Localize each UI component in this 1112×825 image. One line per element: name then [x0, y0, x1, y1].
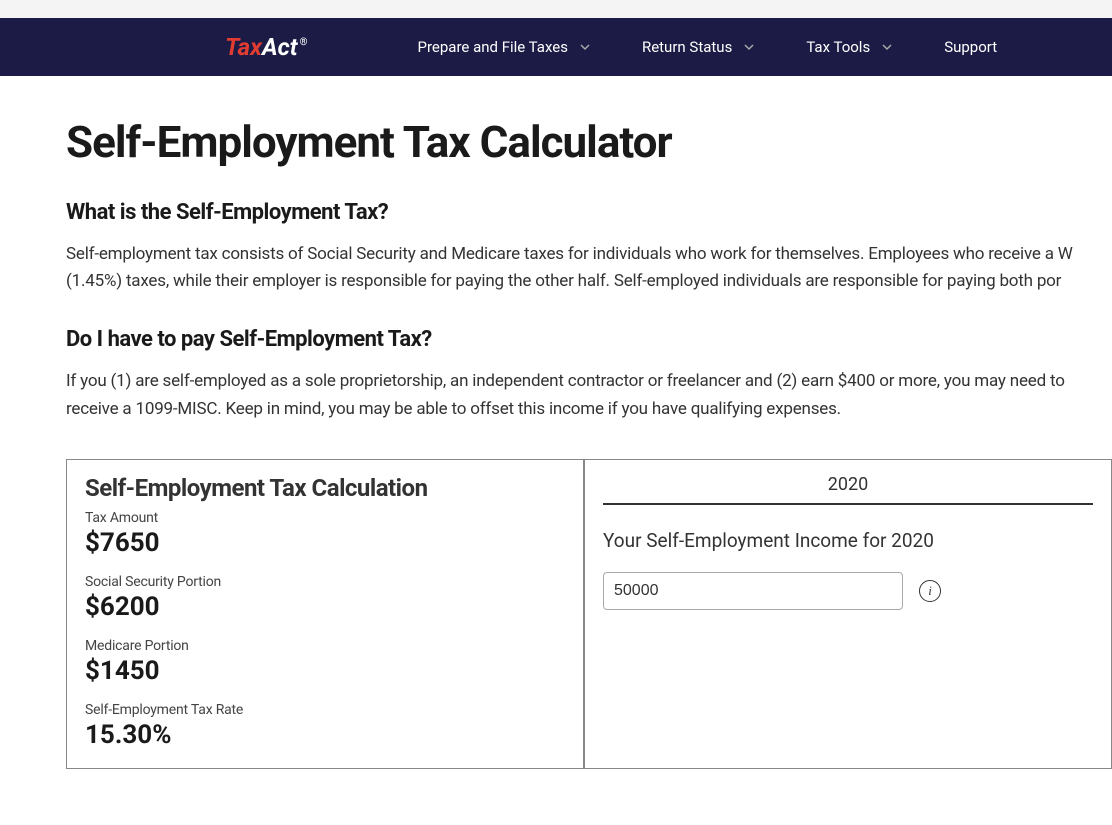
page-title: Self-Employment Tax Calculator — [66, 116, 1112, 168]
income-input[interactable] — [603, 572, 903, 610]
nav-tax-tools[interactable]: Tax Tools — [806, 38, 892, 56]
nav-label: Tax Tools — [806, 38, 870, 56]
section-heading-do-i-pay: Do I have to pay Self-Employment Tax? — [66, 327, 1112, 352]
tax-amount-label: Tax Amount — [85, 510, 565, 526]
social-security-label: Social Security Portion — [85, 574, 565, 590]
nav-items: Prepare and File Taxes Return Status Tax… — [418, 38, 998, 56]
nav-prepare-file[interactable]: Prepare and File Taxes — [418, 38, 590, 56]
calculator-container: Self-Employment Tax Calculation Tax Amou… — [66, 459, 1112, 769]
nav-label: Return Status — [642, 38, 732, 56]
income-input-row: i — [603, 572, 1093, 610]
calculator-title: Self-Employment Tax Calculation — [85, 474, 565, 502]
nav-label: Support — [944, 38, 997, 56]
top-bar — [0, 0, 1112, 18]
rate-label: Self-Employment Tax Rate — [85, 702, 565, 718]
social-security-value: $6200 — [85, 592, 565, 622]
nav-label: Prepare and File Taxes — [418, 38, 568, 56]
chevron-down-icon — [882, 42, 892, 52]
year-tab-2020[interactable]: 2020 — [828, 474, 868, 495]
medicare-label: Medicare Portion — [85, 638, 565, 654]
chevron-down-icon — [744, 42, 754, 52]
nav-return-status[interactable]: Return Status — [642, 38, 754, 56]
rate-value: 15.30% — [85, 720, 565, 750]
info-icon[interactable]: i — [919, 580, 941, 602]
calculator-results-panel: Self-Employment Tax Calculation Tax Amou… — [67, 460, 585, 768]
medicare-value: $1450 — [85, 656, 565, 686]
main-content: Self-Employment Tax Calculator What is t… — [0, 76, 1112, 825]
calculator-input-panel: 2020 Your Self-Employment Income for 202… — [585, 460, 1111, 768]
tax-amount-value: $7650 — [85, 528, 565, 558]
section-text-do-i-pay: If you (1) are self-employed as a sole p… — [66, 368, 1112, 422]
brand-logo[interactable]: Tax Act ® — [225, 33, 308, 61]
chevron-down-icon — [580, 42, 590, 52]
nav-support[interactable]: Support — [944, 38, 997, 56]
year-tab-container: 2020 — [603, 474, 1093, 505]
section-text-what-is: Self-employment tax consists of Social S… — [66, 241, 1112, 295]
logo-act-text: Act — [262, 33, 298, 61]
logo-tax-text: Tax — [225, 33, 262, 61]
income-input-label: Your Self-Employment Income for 2020 — [603, 529, 1093, 552]
logo-dot: ® — [300, 37, 308, 48]
top-navbar: Tax Act ® Prepare and File Taxes Return … — [0, 18, 1112, 76]
section-heading-what-is: What is the Self-Employment Tax? — [66, 200, 1112, 225]
